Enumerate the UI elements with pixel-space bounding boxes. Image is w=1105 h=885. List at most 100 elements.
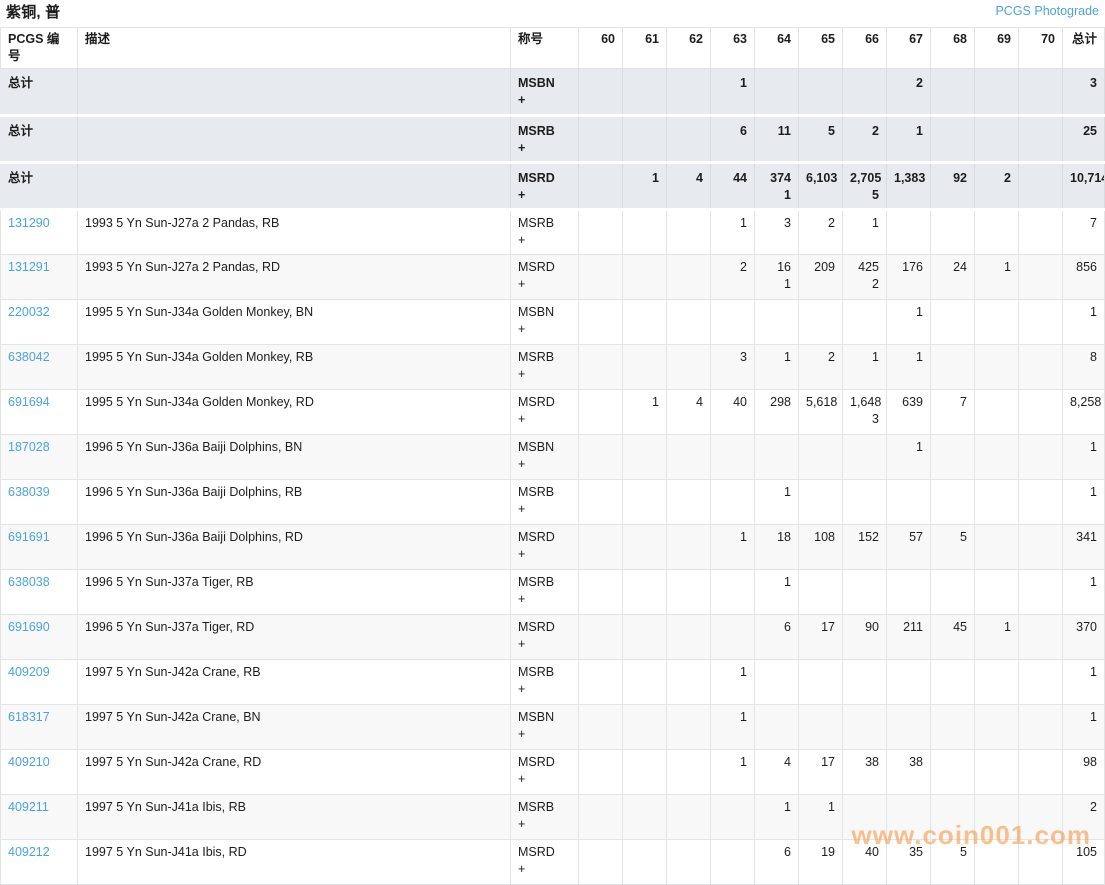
row-total-cell: 7 xyxy=(1063,210,1105,255)
grade-cell-65: 17 xyxy=(799,615,843,660)
grade-cell-65: 6,103 xyxy=(799,163,843,210)
pcgs-number-link[interactable]: 638038 xyxy=(8,575,50,589)
pcgs-number-link[interactable]: 187028 xyxy=(8,440,50,454)
grade-cell-70 xyxy=(1019,116,1063,163)
grade-cell-65 xyxy=(799,570,843,615)
table-row: 6916941995 5 Yn Sun-J34a Golden Monkey, … xyxy=(1,390,1105,435)
designation-cell: MSBN + xyxy=(511,435,579,480)
designation-cell: MSBN + xyxy=(511,705,579,750)
column-header-62: 62 xyxy=(667,28,711,69)
column-header-61: 61 xyxy=(623,28,667,69)
description-cell: 1996 5 Yn Sun-J37a Tiger, RD xyxy=(78,615,511,660)
grade-cell-60 xyxy=(579,705,623,750)
grade-cell-63: 1 xyxy=(711,750,755,795)
pcgs-number-link[interactable]: 409209 xyxy=(8,665,50,679)
grade-cell-62 xyxy=(667,525,711,570)
description-cell: 1996 5 Yn Sun-J36a Baiji Dolphins, RB xyxy=(78,480,511,525)
grade-cell-60 xyxy=(579,525,623,570)
designation-cell: MSRD + xyxy=(511,390,579,435)
grade-cell-63: 1 xyxy=(711,69,755,116)
pcgs-number-link[interactable]: 638042 xyxy=(8,350,50,364)
grade-cell-60 xyxy=(579,390,623,435)
grade-cell-66: 90 xyxy=(843,615,887,660)
grade-cell-66 xyxy=(843,660,887,705)
pcgs-number-cell: 618317 xyxy=(1,705,78,750)
grade-cell-68: 7 xyxy=(931,390,975,435)
grade-cell-62 xyxy=(667,116,711,163)
grade-cell-68: 45 xyxy=(931,615,975,660)
row-total-cell: 370 xyxy=(1063,615,1105,660)
grade-cell-64: 18 xyxy=(755,525,799,570)
grade-cell-66 xyxy=(843,795,887,840)
column-header-designation: 称号 xyxy=(511,28,579,69)
grade-cell-70 xyxy=(1019,570,1063,615)
grade-cell-61 xyxy=(623,615,667,660)
grade-cell-62 xyxy=(667,255,711,300)
pcgs-number-link[interactable]: 691691 xyxy=(8,530,50,544)
grade-cell-70 xyxy=(1019,480,1063,525)
grade-cell-65: 5 xyxy=(799,116,843,163)
grade-cell-67: 57 xyxy=(887,525,931,570)
grade-cell-65 xyxy=(799,480,843,525)
grade-cell-60 xyxy=(579,795,623,840)
grade-cell-68 xyxy=(931,300,975,345)
grade-cell-64: 11 xyxy=(755,116,799,163)
pcgs-number-cell: 409211 xyxy=(1,795,78,840)
designation-cell: MSRD + xyxy=(511,750,579,795)
grade-cell-63: 1 xyxy=(711,660,755,705)
row-total-cell: 2 xyxy=(1063,795,1105,840)
table-row: 638042 1995 5 Yn Sun-J34a Golden Monkey, … xyxy=(1,345,1105,390)
description-cell: 1996 5 Yn Sun-J36a Baiji Dolphins, RD xyxy=(78,525,511,570)
grade-cell-70 xyxy=(1019,750,1063,795)
row-total-cell: 10,714 xyxy=(1063,163,1105,210)
grade-cell-70 xyxy=(1019,615,1063,660)
pcgs-number-link[interactable]: 220032 xyxy=(8,305,50,319)
pcgs-number-link[interactable]: 618317 xyxy=(8,710,50,724)
grade-cell-66 xyxy=(843,69,887,116)
grade-cell-68: 5 xyxy=(931,840,975,885)
table-row: 4092121997 5 Yn Sun-J41a Ibis, RDMSRD +6… xyxy=(1,840,1105,885)
grade-cell-64: 6 xyxy=(755,615,799,660)
grade-cell-60 xyxy=(579,69,623,116)
pcgs-number-link[interactable]: 409211 xyxy=(8,800,49,814)
description-cell: 1995 5 Yn Sun-J34a Golden Monkey, RB xyxy=(78,345,511,390)
grade-cell-64 xyxy=(755,660,799,705)
pcgs-number-cell: 220032 xyxy=(1,300,78,345)
grade-cell-61 xyxy=(623,570,667,615)
description-cell: 1997 5 Yn Sun-J42a Crane, RB xyxy=(78,660,511,705)
pcgs-number-cell: 409209 xyxy=(1,660,78,705)
pcgs-number-link[interactable]: 638039 xyxy=(8,485,50,499)
grade-cell-68 xyxy=(931,69,975,116)
grade-cell-60 xyxy=(579,210,623,255)
description-cell xyxy=(78,69,511,116)
pcgs-number-link[interactable]: 409212 xyxy=(8,845,50,859)
total-row: 总计MSRB +61152125 xyxy=(1,116,1105,163)
page-title: 紫铜, 普 xyxy=(6,1,60,22)
grade-cell-66: 2 xyxy=(843,116,887,163)
grade-cell-63: 1 xyxy=(711,210,755,255)
pcgs-number-link[interactable]: 409210 xyxy=(8,755,50,769)
grade-cell-65: 5,618 xyxy=(799,390,843,435)
photograde-link[interactable]: PCGS Photograde xyxy=(995,4,1099,18)
row-total-cell: 856 xyxy=(1063,255,1105,300)
designation-cell: MSRD + xyxy=(511,615,579,660)
description-cell xyxy=(78,163,511,210)
grade-cell-66: 1 xyxy=(843,345,887,390)
grade-cell-64: 16 1 xyxy=(755,255,799,300)
pcgs-number-link[interactable]: 131290 xyxy=(8,216,50,230)
grade-cell-69 xyxy=(975,525,1019,570)
pcgs-number-link[interactable]: 691690 xyxy=(8,620,50,634)
column-header-总计: 总计 xyxy=(1063,28,1105,69)
grade-cell-62 xyxy=(667,210,711,255)
grade-cell-60 xyxy=(579,570,623,615)
pcgs-number-cell: 638042 xyxy=(1,345,78,390)
grade-cell-66: 425 2 xyxy=(843,255,887,300)
pcgs-number-cell: 691690 xyxy=(1,615,78,660)
grade-cell-64: 298 xyxy=(755,390,799,435)
table-row: 1312911993 5 Yn Sun-J27a 2 Pandas, RDMSR… xyxy=(1,255,1105,300)
table-row: 6380381996 5 Yn Sun-J37a Tiger, RBMSRB +… xyxy=(1,570,1105,615)
grade-cell-69 xyxy=(975,840,1019,885)
pcgs-number-link[interactable]: 131291 xyxy=(8,260,50,274)
pcgs-number-link[interactable]: 691694 xyxy=(8,395,50,409)
grade-cell-63 xyxy=(711,840,755,885)
